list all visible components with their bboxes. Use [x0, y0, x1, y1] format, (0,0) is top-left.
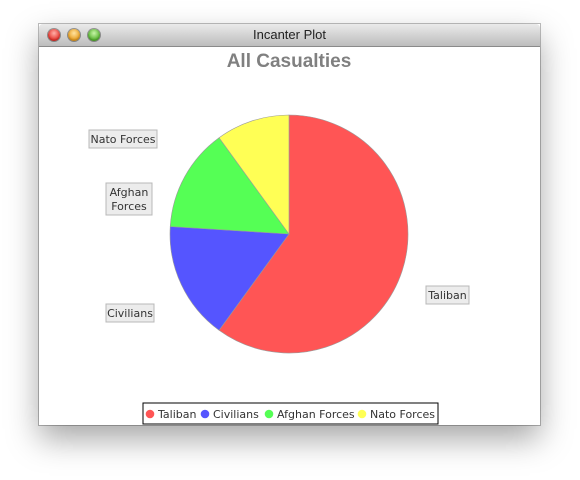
plot-window: Incanter Plot All Casualties Taliban Civi…: [39, 24, 540, 425]
title-bar[interactable]: Incanter Plot: [39, 24, 540, 47]
slice-label-text: Nato Forces: [90, 133, 155, 146]
legend-swatch: [145, 409, 155, 419]
chart-area: All Casualties Taliban Civilians Afghan For…: [39, 47, 540, 425]
slice-label-afghan-forces: AfghanForces: [105, 182, 153, 216]
window-title: Incanter Plot: [253, 27, 326, 42]
slice-label-civilians: Civilians: [105, 303, 155, 323]
slice-label-text: Civilians: [107, 307, 153, 320]
legend-swatch: [264, 409, 274, 419]
legend-swatch: [357, 409, 367, 419]
chart-title: All Casualties: [227, 51, 352, 72]
slice-label-taliban: Taliban: [425, 285, 470, 305]
legend-label: Taliban: [157, 408, 196, 421]
slice-label-text: Afghan: [110, 186, 149, 199]
legend-label: Nato Forces: [370, 408, 435, 421]
slice-label-text: Taliban: [427, 289, 466, 302]
legend-label: Afghan Forces: [277, 408, 355, 421]
pie-chart: All Casualties Taliban Civilians AfghanFor…: [88, 51, 470, 425]
slice-label-nato-forces: Nato Forces: [88, 129, 158, 149]
pie-slices: [169, 114, 409, 354]
legend-item-afghan: Afghan Forces: [264, 408, 355, 421]
legend-swatch: [200, 409, 210, 419]
legend: Taliban Civilians Afghan Forces Nato Forces: [142, 402, 439, 425]
legend-item-nato: Nato Forces: [357, 408, 435, 421]
slice-label-text: Forces: [111, 200, 147, 213]
legend-label: Civilians: [213, 408, 259, 421]
